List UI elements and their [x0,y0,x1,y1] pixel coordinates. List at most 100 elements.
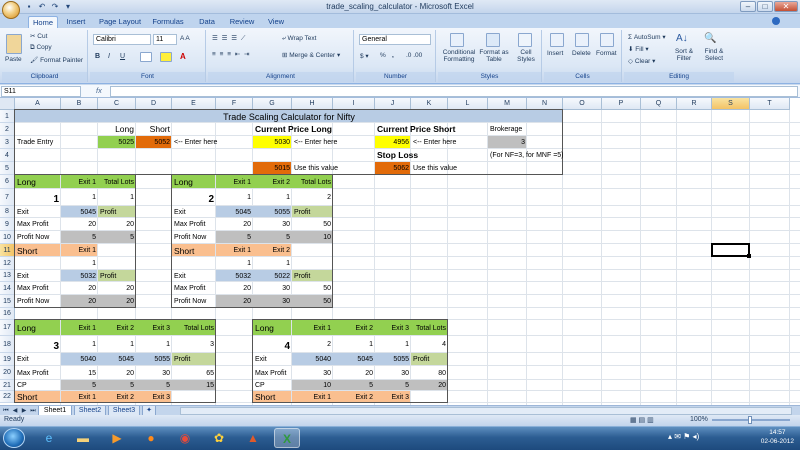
column-header-h[interactable]: H [292,98,333,110]
b3-total[interactable]: 3 [174,341,214,348]
b3-e1[interactable]: 5040 [63,356,96,363]
b1-lots1[interactable]: 1 [63,194,96,201]
b4-cp2[interactable]: 5 [335,382,373,389]
font-color-icon[interactable]: A [180,52,186,61]
b2-exit2[interactable]: Exit 2 [255,179,290,186]
paste-icon[interactable] [6,34,22,54]
save-icon[interactable]: ▪ [24,2,34,12]
b4-mp1[interactable]: 30 [294,370,331,377]
prev-sheet-icon[interactable]: ◀ [11,407,19,415]
block3-short[interactable]: Short [17,393,37,402]
b1s-profit-now-label[interactable]: Profit Now [17,298,49,305]
font-name-select[interactable]: Calibri [93,34,151,45]
tab-view[interactable]: View [263,16,289,28]
first-sheet-icon[interactable]: ⏮ [2,407,10,415]
block3-long[interactable]: Long [17,324,36,333]
row-header-18[interactable]: 18 [0,336,15,353]
column-header-g[interactable]: G [253,98,292,110]
tab-insert[interactable]: Insert [62,16,90,28]
b4-total[interactable]: 4 [413,341,446,348]
clear-button[interactable]: ◇ Clear ▾ [628,57,655,65]
b3-mp-total[interactable]: 65 [174,370,214,377]
row-header-9[interactable]: 9 [0,218,15,231]
column-header-j[interactable]: J [375,98,411,110]
enter-here-hint[interactable]: <-- Enter here [174,139,217,146]
b2s-pn1[interactable]: 20 [218,298,251,305]
row-header-19[interactable]: 19 [0,353,15,366]
b3-l1[interactable]: 1 [63,341,96,348]
delete-cells-icon[interactable] [575,33,589,47]
b1s-mp1[interactable]: 20 [63,285,96,292]
row-header-16[interactable]: 16 [0,308,15,320]
borders-icon[interactable] [140,52,152,62]
b1s-lots1[interactable]: 1 [63,260,96,267]
b1-profit-label[interactable]: Profit [100,209,116,216]
b3-e3[interactable]: 5055 [138,356,170,363]
column-header-d[interactable]: D [136,98,172,110]
row-header-11[interactable]: 11 [0,244,15,257]
active-cell[interactable] [711,243,750,257]
b1-mp1[interactable]: 20 [63,221,96,228]
use-value-hint[interactable]: Use this value [413,165,457,172]
b2-mp1[interactable]: 20 [218,221,251,228]
row-header-10[interactable]: 10 [0,231,15,244]
app-icon[interactable]: ▲ [240,428,266,448]
zoom-level[interactable]: 100% [690,416,708,423]
b4-profit-label[interactable]: Profit [413,356,429,363]
insert-cells-icon[interactable] [550,33,564,47]
b4s-exit2[interactable]: Exit 2 [335,394,373,401]
b3-e2[interactable]: 5045 [100,356,134,363]
enter-here-hint[interactable]: <-- Enter here [294,139,337,146]
row-header-12[interactable]: 12 [0,257,15,270]
worksheet-grid[interactable]: ABCDEFGHIJKLMNOPQRST 1 2 3 4 5 6 7 8 9 10 11 12 13 14… [0,98,800,405]
comma-button[interactable]: , [392,52,394,59]
entry-long-value[interactable]: 5025 [100,139,134,146]
row-header-8[interactable]: 8 [0,206,15,218]
b2-mp-total[interactable]: 50 [294,221,331,228]
b2-exit1[interactable]: Exit 1 [218,179,251,186]
sheet-title[interactable]: Trade Scaling Calculator for Nifty [17,113,561,122]
row-header-15[interactable]: 15 [0,295,15,308]
b1s-exit-label[interactable]: Exit [17,273,29,280]
column-header-q[interactable]: Q [641,98,677,110]
row-header-3[interactable]: 3 [0,136,15,149]
b2s-exit2[interactable]: Exit 2 [255,247,290,254]
b1-mp-total[interactable]: 20 [100,221,134,228]
row-header-1[interactable]: 1 [0,110,15,123]
b2s-l1[interactable]: 1 [218,260,251,267]
column-header-k[interactable]: K [411,98,448,110]
view-buttons[interactable]: ▦ ▤ ▥ [630,416,680,425]
b3s-exit2[interactable]: Exit 2 [100,394,134,401]
b3-l3[interactable]: 1 [138,341,170,348]
wrap-text-button[interactable]: ⤶ Wrap Text [282,35,316,43]
b2s-mp2[interactable]: 30 [255,285,290,292]
column-header-p[interactable]: P [602,98,641,110]
font-size-select[interactable]: 11 [153,34,177,45]
b2-pn-total[interactable]: 10 [294,234,331,241]
tab-review[interactable]: Review [226,16,258,28]
percent-button[interactable]: % [380,52,386,59]
b2-l1[interactable]: 1 [218,194,251,201]
b1s-pn1[interactable]: 20 [63,298,96,305]
format-table-icon[interactable] [486,33,500,47]
b4-mp2[interactable]: 20 [335,370,373,377]
block2-number[interactable]: 2 [174,195,214,205]
column-header-r[interactable]: R [677,98,712,110]
b1-exit-label[interactable]: Exit [17,209,29,216]
block4-short[interactable]: Short [255,393,275,402]
office-button[interactable] [2,1,20,19]
undo-icon[interactable]: ↶ [37,2,47,12]
column-header-s[interactable]: S [712,98,750,110]
header-short[interactable]: Short [138,125,170,134]
grow-font-icon[interactable]: A A [180,35,190,42]
b2-profit-label[interactable]: Profit [294,209,310,216]
column-header-c[interactable]: C [98,98,136,110]
clock[interactable]: 14:57 02-06-2012 [761,428,794,446]
b4s-exit3[interactable]: Exit 3 [377,394,409,401]
b1-total-lots[interactable]: Total Lots [100,179,134,186]
copy-button[interactable]: ⧉ Copy [30,44,52,52]
cut-button[interactable]: ✂ Cut [30,32,47,40]
format-button[interactable]: Format [596,50,617,57]
b1-pn1[interactable]: 5 [63,234,96,241]
next-sheet-icon[interactable]: ▶ [20,407,28,415]
